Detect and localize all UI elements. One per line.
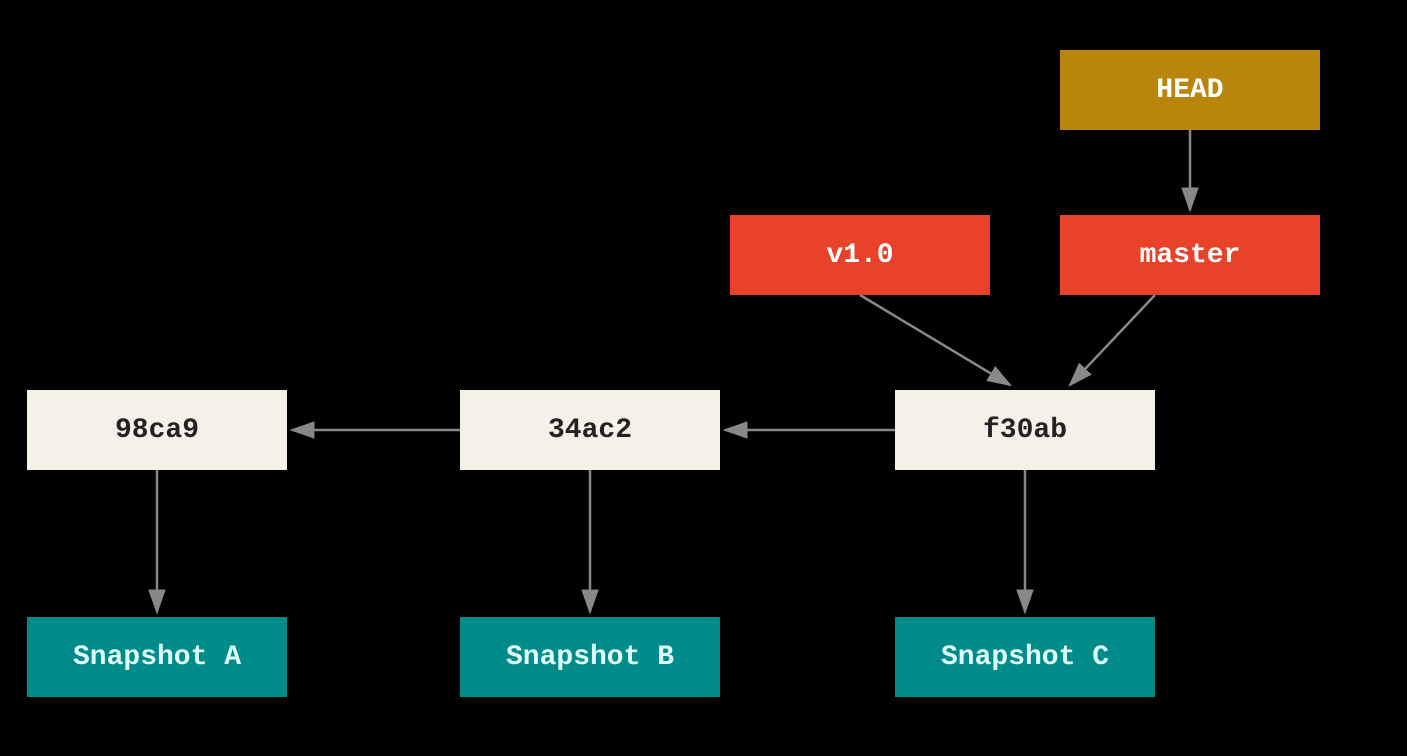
34ac2-node: 34ac2 [460,390,720,470]
snapshot-a-label: Snapshot A [73,642,241,673]
snapshot-c-label: Snapshot C [941,642,1109,673]
34ac2-label: 34ac2 [548,415,632,446]
f30ab-node: f30ab [895,390,1155,470]
master-node: master [1060,215,1320,295]
snapshot-a-node: Snapshot A [27,617,287,697]
v10-node: v1.0 [730,215,990,295]
snapshot-b-node: Snapshot B [460,617,720,697]
f30ab-label: f30ab [983,415,1067,446]
v10-label: v1.0 [826,240,893,271]
snapshot-b-label: Snapshot B [506,642,674,673]
master-label: master [1140,240,1241,271]
snapshot-c-node: Snapshot C [895,617,1155,697]
98ca9-node: 98ca9 [27,390,287,470]
head-node: HEAD [1060,50,1320,130]
git-diagram: HEAD v1.0 master f30ab 34ac2 98ca9 Snaps… [0,0,1407,756]
98ca9-label: 98ca9 [115,415,199,446]
head-label: HEAD [1156,75,1223,106]
